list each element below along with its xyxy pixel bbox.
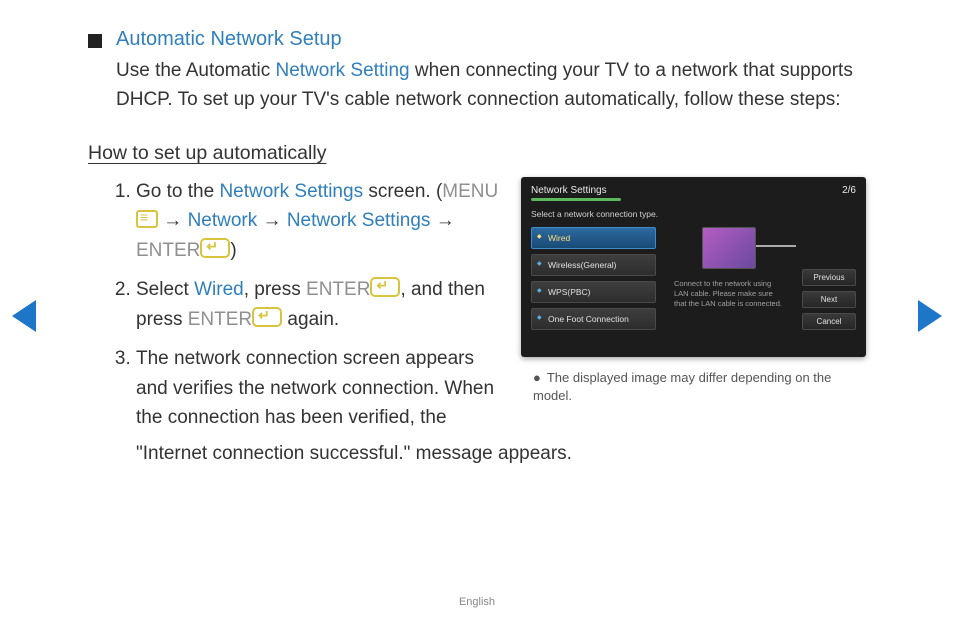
s1-arrow3: → bbox=[430, 210, 454, 231]
s2-text-d: again. bbox=[282, 309, 339, 330]
enter-label-2: ENTER bbox=[306, 279, 370, 300]
enter-icon bbox=[200, 238, 230, 258]
tv-prompt: Select a network connection type. bbox=[531, 209, 856, 219]
tv-item-onefoot: One Foot Connection bbox=[531, 308, 656, 330]
step-3: The network connection screen appears an… bbox=[136, 344, 501, 432]
step3-continued: "Internet connection successful." messag… bbox=[136, 439, 866, 468]
enter-label-3: ENTER bbox=[188, 309, 252, 330]
tv-item-wired: Wired bbox=[531, 227, 656, 249]
tv-item-wps: WPS(PBC) bbox=[531, 281, 656, 303]
s1-arrow2: → bbox=[257, 210, 287, 231]
step-1: Go to the Network Settings screen. (MENU… bbox=[136, 177, 501, 265]
s1-text-a: Go to the bbox=[136, 181, 219, 202]
section-title: Automatic Network Setup bbox=[116, 28, 342, 51]
disclaimer: ●The displayed image may differ dependin… bbox=[521, 369, 866, 405]
lead-network-setting: Network Setting bbox=[275, 60, 409, 81]
tv-item-wireless: Wireless(General) bbox=[531, 254, 656, 276]
steps-list: Go to the Network Settings screen. (MENU… bbox=[88, 177, 501, 443]
s1-arrow1: → bbox=[158, 210, 188, 231]
s1-text-b: screen. ( bbox=[363, 181, 442, 202]
tv-title: Network Settings bbox=[531, 185, 607, 196]
step-2: Select Wired, press ENTER, and then pres… bbox=[136, 275, 501, 334]
lead-text-a: Use the Automatic bbox=[116, 60, 275, 81]
enter-label-1: ENTER bbox=[136, 240, 200, 261]
tv-connection-list: Wired Wireless(General) WPS(PBC) One Foo… bbox=[531, 227, 656, 335]
s1-text-c: ) bbox=[230, 240, 236, 261]
menu-icon bbox=[136, 210, 158, 228]
s3-text-a: The network connection screen appears an… bbox=[136, 348, 494, 428]
s1-network-settings-link: Network Settings bbox=[219, 181, 363, 202]
tv-progress-bar bbox=[531, 198, 621, 201]
footer-language: English bbox=[0, 596, 954, 608]
previous-page-arrow[interactable] bbox=[12, 300, 36, 337]
s2-text-a: Select bbox=[136, 279, 194, 300]
s2-wired: Wired bbox=[194, 279, 244, 300]
enter-icon bbox=[252, 307, 282, 327]
menu-label: MENU bbox=[442, 181, 498, 202]
next-page-arrow[interactable] bbox=[918, 300, 942, 337]
s1-network-settings-link-2: Network Settings bbox=[287, 210, 431, 231]
tv-next-button: Next bbox=[802, 291, 856, 308]
cable-icon bbox=[756, 245, 796, 247]
tv-cancel-button: Cancel bbox=[802, 313, 856, 330]
section-bullet bbox=[88, 34, 102, 48]
tv-helper-text: Connect to the network using LAN cable. … bbox=[674, 279, 784, 309]
s1-network-link: Network bbox=[188, 210, 258, 231]
tv-previous-button: Previous bbox=[802, 269, 856, 286]
s2-text-b: , press bbox=[244, 279, 306, 300]
enter-icon bbox=[370, 277, 400, 297]
tv-screenshot: Network Settings 2/6 Select a network co… bbox=[521, 177, 866, 357]
disclaimer-text: The displayed image may differ depending… bbox=[533, 370, 831, 403]
tv-illustration bbox=[702, 227, 756, 269]
lead-paragraph: Use the Automatic Network Setting when c… bbox=[116, 57, 866, 114]
tv-page-indicator: 2/6 bbox=[842, 185, 856, 196]
subheading: How to set up automatically bbox=[88, 142, 866, 165]
